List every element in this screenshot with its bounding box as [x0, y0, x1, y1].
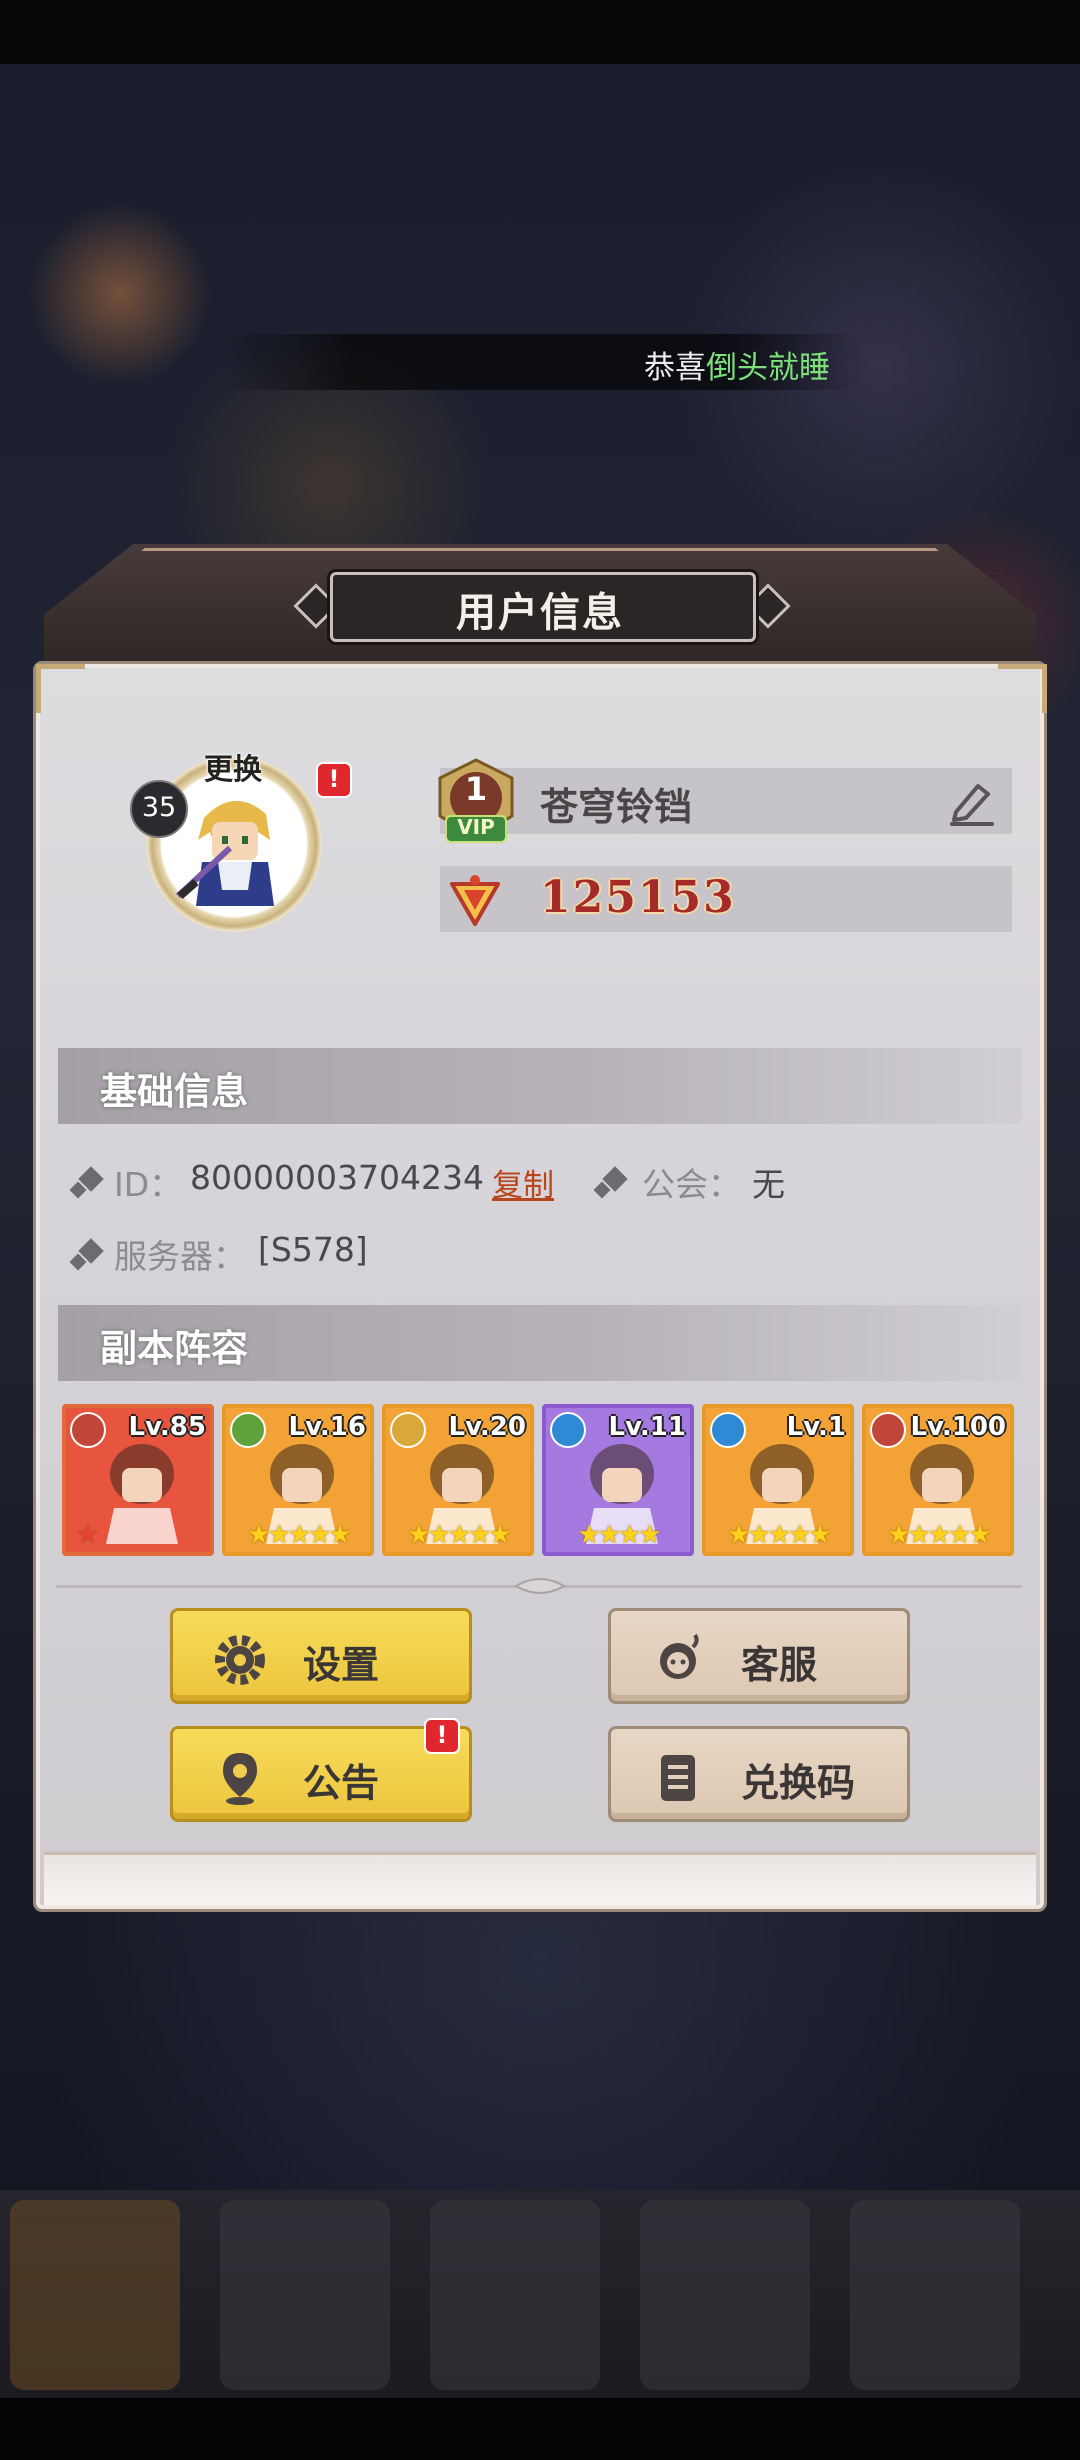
hero-level: Lv.85	[128, 1412, 206, 1442]
hero-level: Lv.20	[448, 1412, 526, 1442]
hero-card[interactable]: Lv.100 ★★★★★	[862, 1404, 1014, 1556]
element-icon	[390, 1412, 426, 1448]
element-icon	[870, 1412, 906, 1448]
hero-level: Lv.100	[910, 1412, 1006, 1442]
hero-card[interactable]: Lv.20 ★★★★★	[382, 1404, 534, 1556]
avatar-alert-badge: !	[316, 762, 352, 798]
hero-level: Lv.11	[608, 1412, 686, 1442]
vip-label: VIP	[457, 815, 495, 839]
server-value: [S578]	[258, 1230, 368, 1269]
hero-stars: ★★★★	[577, 1520, 661, 1550]
announcement-alert-badge: !	[424, 1718, 460, 1754]
edit-icon[interactable]	[946, 776, 998, 828]
nickname-bar	[440, 768, 1012, 834]
guild-value: 无	[752, 1165, 785, 1204]
settings-label: 设置	[303, 1643, 380, 1687]
dialog-title: 用户信息	[456, 590, 624, 636]
change-avatar-label[interactable]: 更换	[204, 746, 262, 788]
player-nickname: 苍穹铃铛	[540, 785, 693, 829]
redeem-code-label: 兑换码	[741, 1761, 856, 1805]
customer-service-label: 客服	[741, 1643, 818, 1687]
section-title-basic-info: 基础信息	[100, 1070, 248, 1113]
section-title-lineup: 副本阵容	[100, 1327, 248, 1370]
combat-power-icon	[450, 875, 500, 926]
navigation-bar	[0, 2398, 1080, 2460]
element-icon	[550, 1412, 586, 1448]
hero-level: Lv.1	[786, 1412, 846, 1442]
divider-ornament	[514, 1578, 566, 1594]
background-nav-slot	[430, 2200, 600, 2390]
settings-button[interactable]: 设置	[170, 1608, 472, 1704]
hero-stars: ★★★★★	[407, 1520, 512, 1550]
combat-power-value: 125153	[540, 872, 736, 923]
document-icon	[661, 1755, 695, 1801]
element-icon	[230, 1412, 266, 1448]
player-level-badge: 35	[130, 780, 188, 838]
hero-stars: ★★★★★	[247, 1520, 352, 1550]
hero-card[interactable]: Lv.16 ★★★★★	[222, 1404, 374, 1556]
hero-card[interactable]: Lv.85 ★	[62, 1404, 214, 1556]
id-label: ID：	[114, 1165, 183, 1204]
hero-card[interactable]: Lv.1 ★★★★★	[702, 1404, 854, 1556]
headset-icon	[660, 1633, 699, 1679]
avatar[interactable]	[174, 778, 294, 908]
background-nav-slot	[220, 2200, 390, 2390]
id-value: 80000003704234	[190, 1158, 484, 1197]
background-nav-slot	[850, 2200, 1020, 2390]
hero-card[interactable]: Lv.11 ★★★★	[542, 1404, 694, 1556]
gear-icon	[215, 1635, 265, 1685]
server-label: 服务器：	[114, 1237, 246, 1276]
marquee-text: 恭喜倒头就睡	[644, 350, 830, 386]
status-bar	[0, 0, 1080, 64]
element-icon	[70, 1412, 106, 1448]
guild-label: 公会：	[642, 1165, 741, 1204]
hero-stars: ★★★★★	[727, 1520, 832, 1550]
hero-level: Lv.16	[288, 1412, 366, 1442]
redeem-code-button[interactable]: 兑换码	[608, 1726, 910, 1822]
hero-stars: ★★★★★	[887, 1520, 992, 1550]
announcement-label: 公告	[303, 1761, 380, 1805]
customer-service-button[interactable]: 客服	[608, 1608, 910, 1704]
vip-level: 1	[464, 770, 488, 808]
announcement-marquee: 恭喜倒头就睡	[222, 334, 862, 390]
hero-stars: ★	[76, 1520, 99, 1550]
element-icon	[710, 1412, 746, 1448]
background-nav-slot	[640, 2200, 810, 2390]
background-nav-slot	[10, 2200, 180, 2390]
copy-id-button[interactable]: 复制	[492, 1160, 554, 1205]
location-pin-icon	[223, 1753, 257, 1805]
